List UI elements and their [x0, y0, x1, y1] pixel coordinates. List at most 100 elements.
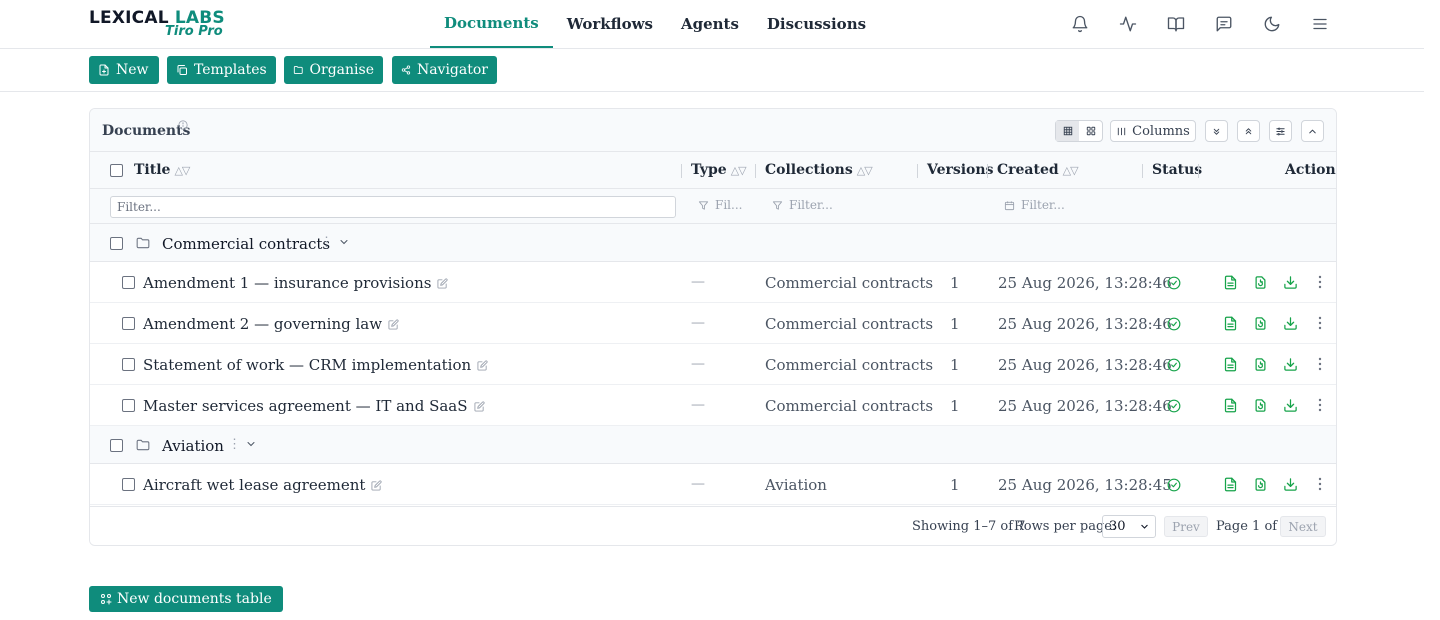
column-divider[interactable]: [987, 164, 988, 178]
table-row[interactable]: Aircraft wet lease agreement — Aviation …: [90, 464, 1336, 505]
settings-button[interactable]: [1269, 120, 1292, 142]
table-row[interactable]: Statement of work — CRM implementation —…: [90, 344, 1336, 385]
rows-per-page-select[interactable]: 30: [1102, 515, 1156, 538]
chat-icon[interactable]: [1212, 12, 1236, 36]
moon-icon[interactable]: [1260, 12, 1284, 36]
edit-icon[interactable]: [437, 277, 449, 289]
select-all-checkbox[interactable]: [110, 164, 123, 177]
table-view-button[interactable]: [1056, 121, 1079, 141]
nav-workflows[interactable]: Workflows: [553, 0, 667, 48]
book-icon[interactable]: [1164, 12, 1188, 36]
chevron-down-icon[interactable]: [245, 438, 257, 450]
new-version-icon[interactable]: [1253, 275, 1268, 290]
download-icon[interactable]: [1283, 316, 1298, 331]
new-button[interactable]: New: [89, 56, 159, 84]
document-title[interactable]: Aircraft wet lease agreement: [143, 476, 383, 494]
edit-icon[interactable]: [371, 479, 383, 491]
nav-discussions[interactable]: Discussions: [753, 0, 880, 48]
edit-icon[interactable]: [477, 359, 488, 371]
new-version-icon[interactable]: [1253, 316, 1268, 331]
row-checkbox[interactable]: [122, 358, 135, 371]
organise-button[interactable]: Organise: [284, 56, 383, 84]
group-row[interactable]: Aviation ⋮: [90, 426, 1336, 464]
table-row[interactable]: Amendment 1 — insurance provisions — Com…: [90, 262, 1336, 303]
more-vertical-icon[interactable]: [1316, 315, 1324, 331]
type-filter[interactable]: Fil...: [698, 198, 742, 212]
group-checkbox[interactable]: [110, 237, 123, 250]
table-header: Title △▽ Type △▽ Collections △▽ Versions Cr…: [90, 152, 1336, 189]
column-divider[interactable]: [681, 164, 682, 178]
title-filter-input[interactable]: Filter...: [110, 196, 676, 218]
group-name: Aviation: [162, 437, 224, 455]
view-document-icon[interactable]: [1223, 398, 1238, 413]
collections-filter[interactable]: Filter...: [772, 198, 833, 212]
menu-icon[interactable]: [1308, 12, 1332, 36]
document-title[interactable]: Amendment 2 — governing law: [143, 315, 399, 333]
chevron-down-icon[interactable]: [338, 236, 350, 248]
header-title[interactable]: Title △▽: [134, 162, 190, 178]
more-vertical-icon[interactable]: [1316, 356, 1324, 372]
activity-icon[interactable]: [1116, 12, 1140, 36]
nav-agents[interactable]: Agents: [667, 0, 753, 48]
table-row[interactable]: Master services agreement — IT and SaaS …: [90, 385, 1336, 426]
nav-documents[interactable]: Documents: [430, 0, 553, 48]
row-checkbox[interactable]: [122, 478, 135, 491]
edit-icon[interactable]: [473, 400, 485, 412]
column-divider[interactable]: [1142, 164, 1143, 178]
group-checkbox[interactable]: [110, 439, 123, 452]
templates-button[interactable]: Templates: [167, 56, 276, 84]
download-icon[interactable]: [1283, 477, 1298, 492]
bell-icon[interactable]: [1068, 12, 1092, 36]
document-title[interactable]: Statement of work — CRM implementation: [143, 356, 488, 374]
more-vertical-icon[interactable]: [1316, 274, 1324, 290]
header-versions[interactable]: Versions: [927, 162, 993, 178]
row-checkbox[interactable]: [122, 399, 135, 412]
document-type: —: [691, 274, 705, 290]
columns-button-label: Columns: [1132, 123, 1190, 139]
document-created: 25 Aug 2026, 13:28:46: [998, 356, 1172, 374]
document-collection: Commercial contracts: [765, 356, 934, 374]
collapse-panel-button[interactable]: [1301, 120, 1324, 142]
card-view-button[interactable]: [1079, 121, 1102, 141]
header-created[interactable]: Created △▽: [997, 162, 1079, 178]
document-title[interactable]: Master services agreement — IT and SaaS: [143, 397, 485, 415]
info-icon[interactable]: [178, 120, 188, 130]
columns-button[interactable]: Columns: [1110, 120, 1196, 142]
view-document-icon[interactable]: [1223, 477, 1238, 492]
expand-all-button[interactable]: [1205, 120, 1228, 142]
page-indicator: Page 1 of 1: [1216, 519, 1290, 534]
group-drag-handle[interactable]: ⋮: [320, 235, 333, 250]
table-row[interactable]: Amendment 2 — governing law — Commercial…: [90, 303, 1336, 344]
new-documents-table-button[interactable]: New documents table: [89, 586, 283, 612]
document-title[interactable]: Amendment 1 — insurance provisions: [143, 274, 449, 292]
group-drag-handle[interactable]: ⋮: [228, 437, 241, 452]
new-version-icon[interactable]: [1253, 398, 1268, 413]
check-circle-icon: [1167, 478, 1181, 492]
logo[interactable]: LEXICAL LABS Tiro Pro: [89, 8, 229, 40]
new-version-icon[interactable]: [1253, 357, 1268, 372]
column-divider[interactable]: [1198, 164, 1199, 178]
more-vertical-icon[interactable]: [1316, 476, 1324, 492]
column-divider[interactable]: [917, 164, 918, 178]
prev-page-button[interactable]: Prev: [1164, 516, 1208, 537]
download-icon[interactable]: [1283, 357, 1298, 372]
row-checkbox[interactable]: [122, 276, 135, 289]
view-document-icon[interactable]: [1223, 316, 1238, 331]
more-vertical-icon[interactable]: [1316, 397, 1324, 413]
view-document-icon[interactable]: [1223, 275, 1238, 290]
row-checkbox[interactable]: [122, 317, 135, 330]
download-icon[interactable]: [1283, 275, 1298, 290]
header-type[interactable]: Type △▽: [691, 162, 747, 178]
created-filter[interactable]: Filter...: [1004, 198, 1065, 212]
new-version-icon[interactable]: [1253, 477, 1268, 492]
navigator-button[interactable]: Navigator: [392, 56, 497, 84]
column-divider[interactable]: [755, 164, 756, 178]
download-icon[interactable]: [1283, 398, 1298, 413]
header-collections[interactable]: Collections △▽: [765, 162, 873, 178]
view-document-icon[interactable]: [1223, 357, 1238, 372]
group-row[interactable]: Commercial contracts ⋮: [90, 224, 1336, 262]
collapse-all-button[interactable]: [1237, 120, 1260, 142]
next-page-button[interactable]: Next: [1280, 516, 1326, 537]
chevrons-down-icon: [1213, 128, 1220, 135]
edit-icon[interactable]: [388, 318, 399, 330]
